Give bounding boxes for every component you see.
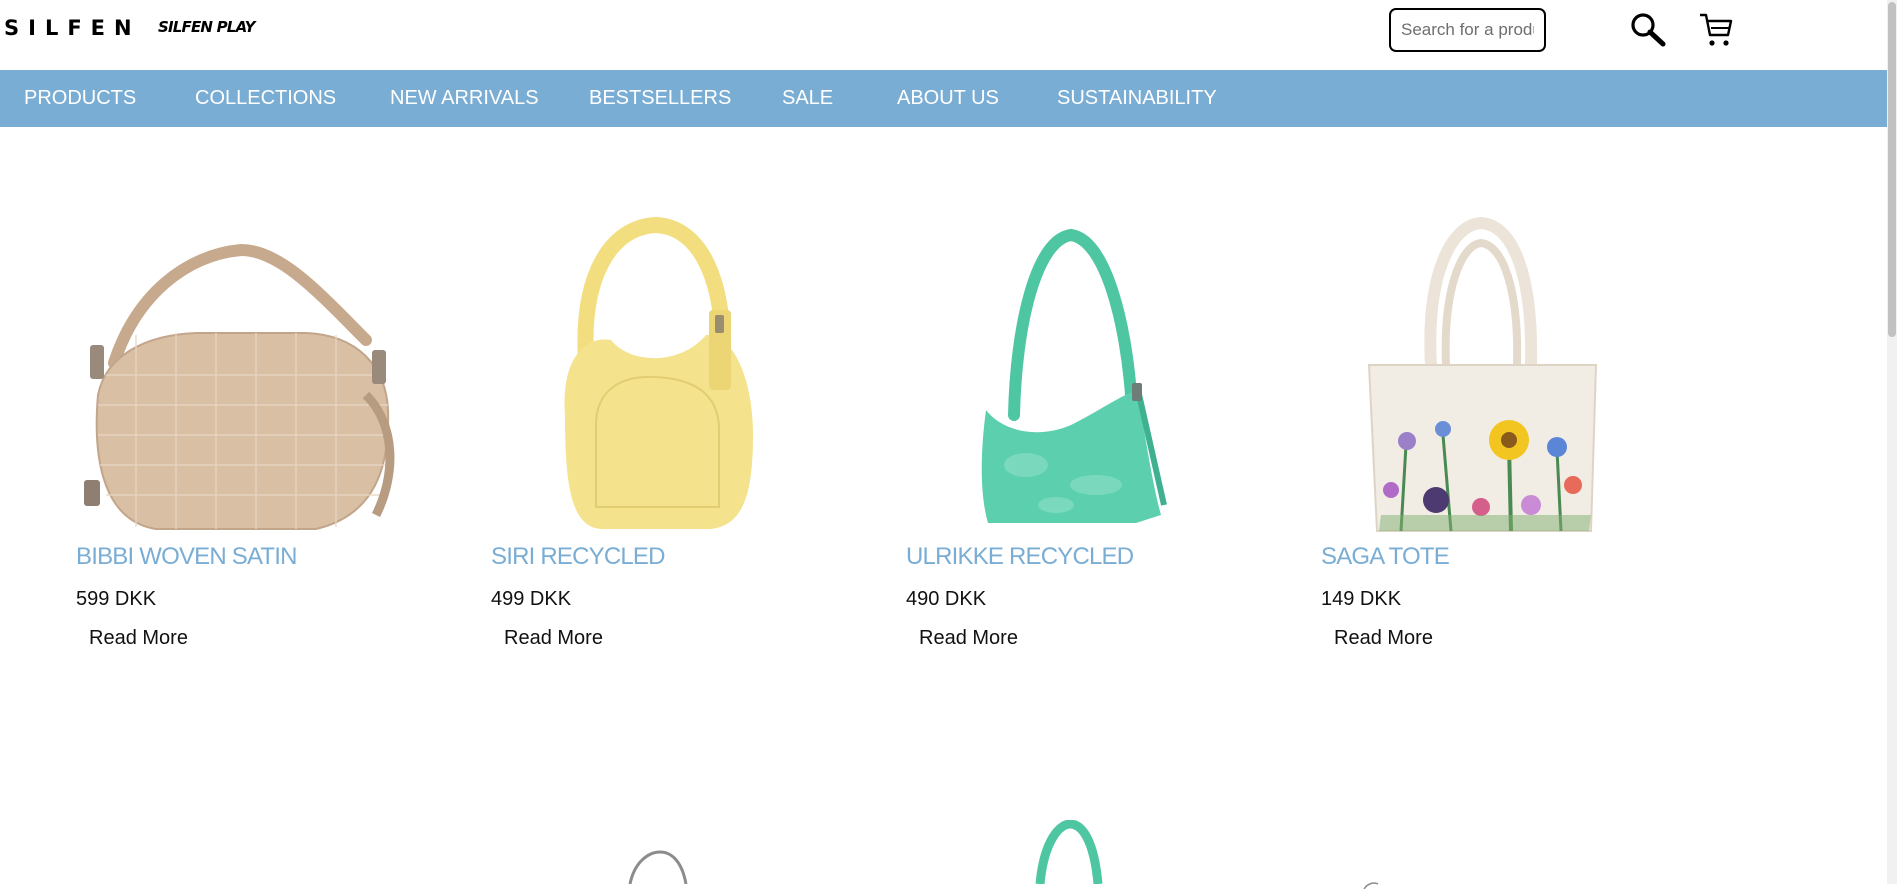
read-more-button[interactable]: Read More [504,627,603,650]
product-image-woven-bag[interactable] [76,215,406,535]
cart-icon[interactable] [1698,10,1734,50]
nav-item-collections[interactable]: COLLECTIONS [195,70,336,127]
product-price: 149 DKK [1321,588,1402,610]
main-navigation: PRODUCTS COLLECTIONS NEW ARRIVALS BESTSE… [0,70,1887,127]
silfen-play-logo[interactable]: SILFEN PLAY [158,18,256,36]
product-image-yellow-bag[interactable] [491,215,821,535]
scrollbar-thumb[interactable] [1888,2,1896,337]
search-icon[interactable] [1628,10,1668,50]
nav-item-bestsellers[interactable]: BESTSELLERS [589,70,731,127]
nav-item-new-arrivals[interactable]: NEW ARRIVALS [390,70,539,127]
product-image-partial[interactable] [1030,819,1110,885]
product-image-green-bag[interactable] [906,215,1236,535]
product-name[interactable]: BIBBI WOVEN SATIN [76,543,297,571]
product-name[interactable]: SAGA TOTE [1321,543,1450,571]
site-header: SILFEN SILFEN PLAY [0,0,1887,70]
product-price: 599 DKK [76,588,157,610]
read-more-button[interactable]: Read More [89,627,188,650]
read-more-button[interactable]: Read More [919,627,1018,650]
nav-item-sustainability[interactable]: SUSTAINABILITY [1057,70,1217,127]
product-name[interactable]: SIRI RECYCLED [491,543,665,571]
product-image-partial[interactable] [620,850,700,885]
page-scrollbar[interactable] [1887,0,1897,884]
nav-item-products[interactable]: PRODUCTS [24,70,136,127]
product-image-floral-tote[interactable] [1321,215,1651,535]
search-input[interactable] [1389,8,1546,52]
product-price: 499 DKK [491,588,572,610]
read-more-button[interactable]: Read More [1334,627,1433,650]
product-image-partial[interactable] [1362,876,1382,890]
nav-item-sale[interactable]: SALE [782,70,833,127]
product-name[interactable]: ULRIKKE RECYCLED [906,543,1134,571]
silfen-logo[interactable]: SILFEN [4,16,141,40]
nav-item-about-us[interactable]: ABOUT US [897,70,999,127]
product-price: 490 DKK [906,588,987,610]
